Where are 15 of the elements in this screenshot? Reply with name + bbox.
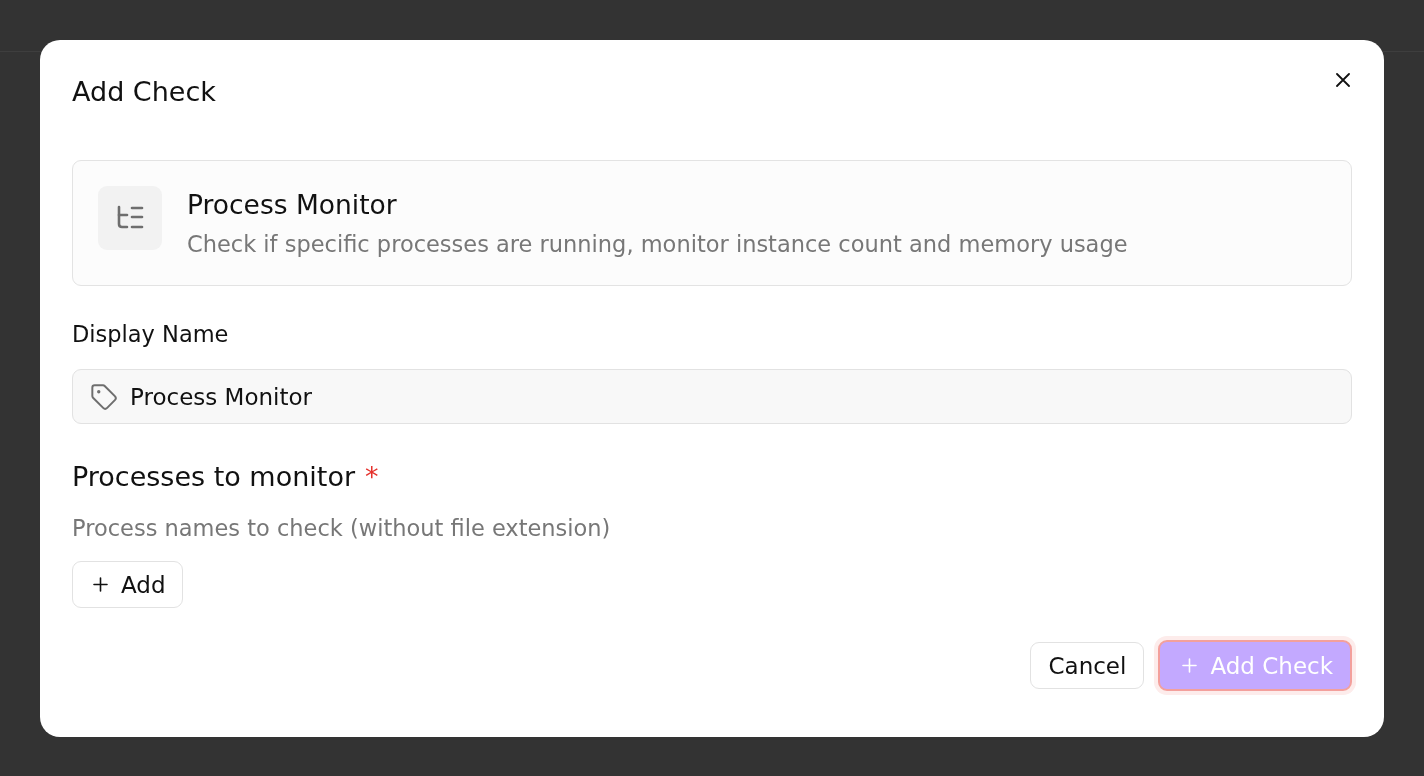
section-heading: Processes to monitor — [72, 460, 355, 494]
close-icon — [1336, 73, 1350, 87]
tree-list-icon — [98, 186, 162, 250]
cancel-button[interactable]: Cancel — [1030, 642, 1145, 689]
field-label: Display Name — [72, 320, 229, 349]
plus-icon — [1182, 658, 1198, 673]
add-button[interactable]: Add — [72, 561, 183, 608]
plus-icon — [93, 577, 108, 592]
required-mark: * — [365, 460, 379, 494]
section-hint: Process names to check (without file extension) — [72, 514, 611, 543]
check-type-description: Check if specific processes are running, monitor instance count and memory usage — [187, 230, 1128, 259]
tag-icon — [90, 383, 118, 411]
check-type-name: Process Monitor — [187, 189, 398, 221]
dialog-title: Add Check — [72, 76, 216, 108]
display-name-field[interactable]: Process Monitor — [72, 369, 1352, 424]
